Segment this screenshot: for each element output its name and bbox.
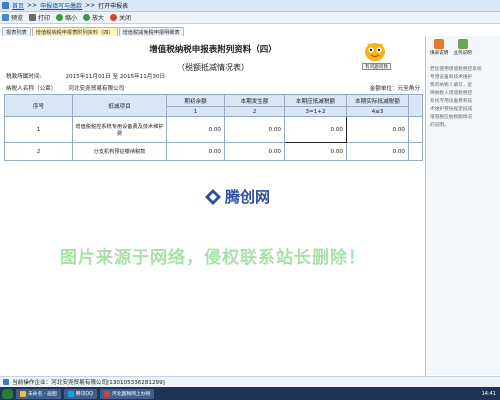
col-extra-header [408, 94, 423, 117]
taxpayer-value: 河北安尧贸易有限公司 [68, 86, 125, 92]
zoom-in-button[interactable]: 放大 [83, 13, 104, 22]
zoom-out-label: 缩小 [65, 15, 78, 22]
breadcrumb-separator: >> [27, 2, 38, 9]
qq-icon [67, 390, 74, 397]
close-label: 关闭 [119, 15, 132, 22]
period-label: 税款所属时间: [6, 74, 42, 80]
taskbar-label: 未命名 - 画图 [28, 392, 57, 397]
help-button[interactable]: 有问题问我 [362, 63, 391, 70]
col-opening-header: 期初余额 [166, 94, 225, 107]
form-area: 增值税纳税申报表附列资料（四） （税额抵减情况表） 有问题问我 税款所属时间: … [0, 36, 426, 375]
taskbar-label: 河北国税网上办税 [111, 392, 151, 397]
col-deductible-header: 本期应抵减税额 [284, 94, 347, 107]
preview-label: 预览 [11, 15, 24, 22]
breadcrumb: 首页 >> 申报填写与缴款 >> 打开申报表 [0, 0, 500, 12]
taskbar-label: 腾讯QQ [75, 392, 93, 397]
tab-reduction-detail[interactable]: 增值税减免税申报明细表 [118, 27, 184, 36]
current-amount-cell[interactable]: 0.00 [224, 142, 285, 161]
row-item: 增值税税控系统专用设备费及技术维护费 [72, 116, 167, 143]
actual-deduction-cell[interactable]: 0.00 [346, 142, 409, 161]
col-index: 2 [224, 106, 285, 117]
watermark-note: 图片来源于网络，侵权联系站长删除！ [60, 248, 366, 268]
breadcrumb-current: 打开申报表 [98, 3, 129, 10]
taskbar-qq[interactable]: 腾讯QQ [63, 388, 97, 399]
tab-fill-instructions[interactable]: 填表说明 [430, 39, 448, 56]
taskbar: 未命名 - 画图 腾讯QQ 河北国税网上办税 14:41 [0, 387, 500, 400]
preview-icon [2, 14, 9, 21]
col-index: 3=1+2 [284, 106, 347, 117]
col-seq-header: 序号 [4, 94, 73, 117]
col-index: 4≤3 [346, 106, 409, 117]
print-button[interactable]: 打印 [29, 13, 50, 22]
form-tabs: 报表列表 增值税纳税申报表附列资料（四） 增值税减免税申报明细表 [0, 25, 426, 36]
row-item: 分支机构预征缴纳税款 [72, 142, 167, 161]
watermark-logo: 腾创网 [204, 186, 270, 207]
home-icon [2, 2, 9, 9]
zoom-in-label: 放大 [92, 15, 105, 22]
period-row: 税款所属时间: 2015年11月01日 至 2015年11月30日 [6, 72, 165, 80]
period-value: 2015年11月01日 至 2015年11月30日 [65, 74, 166, 80]
tab-business-notes[interactable]: 业务说明 [453, 39, 472, 56]
breadcrumb-home[interactable]: 首页 [12, 1, 24, 10]
toolbar: 预览 打印 缩小 放大 关闭 [0, 12, 500, 24]
close-button[interactable]: 关闭 [110, 13, 131, 22]
col-item-header: 抵减项目 [72, 94, 167, 117]
extra-cell [408, 116, 423, 143]
taxpayer-row: 纳税人名称（公章） 河北安尧贸易有限公司 金额单位：元至角分 [6, 84, 420, 92]
row-seq: 1 [4, 116, 73, 143]
table-row: 2 分支机构预征缴纳税款 0.00 0.00 0.00 0.00 [4, 142, 423, 161]
col-index: 1 [166, 106, 225, 117]
deductible-amount-cell[interactable]: 0.00 [284, 116, 347, 143]
status-text: 当前操作企业：河北安尧贸易有限公司[130105336281299] [12, 380, 165, 386]
tab-report-list[interactable]: 报表列表 [2, 27, 31, 36]
deductible-amount-cell[interactable]: 0.00 [284, 142, 347, 161]
watermark-logo-text: 腾创网 [225, 188, 271, 206]
tax-app-icon [103, 390, 110, 397]
col-actual-header: 本期实际抵减税额 [346, 94, 409, 107]
help-panel: 填表说明 业务说明 若您使用增值税税控系统 专用设备和技术维护 费的纳税人填写，… [427, 36, 500, 375]
printer-icon [29, 14, 37, 21]
help-text: 若您使用增值税税控系统 专用设备和技术维护 费的纳税人填写，反 映纳税人增值税税… [430, 67, 482, 128]
amount-unit: 金额单位：元至角分 [369, 86, 420, 92]
paint-icon [20, 390, 26, 397]
current-amount-cell[interactable]: 0.00 [224, 116, 285, 143]
extra-cell [408, 142, 423, 161]
opening-balance-cell[interactable]: 0.00 [166, 116, 225, 143]
col-current-header: 本期发生额 [224, 94, 285, 107]
print-label: 打印 [38, 15, 51, 22]
taskbar-tax-app[interactable]: 河北国税网上办税 [99, 388, 155, 399]
side-tab-label: 填表说明 [430, 51, 449, 56]
company-icon [3, 379, 9, 385]
table-row: 1 增值税税控系统专用设备费及技术维护费 0.00 0.00 0.00 0.00 [4, 116, 423, 143]
zoom-out-button[interactable]: 缩小 [56, 13, 77, 22]
breadcrumb-separator: >> [85, 2, 96, 9]
zoom-out-icon [56, 14, 64, 21]
clock: 14:41 [481, 390, 496, 397]
zoom-in-icon [83, 14, 91, 21]
row-seq: 2 [4, 142, 73, 161]
close-icon [110, 14, 118, 21]
logo-icon [205, 188, 221, 205]
preview-button[interactable]: 预览 [2, 13, 23, 22]
taxpayer-label: 纳税人名称（公章） [6, 86, 57, 92]
opening-balance-cell[interactable]: 0.00 [166, 142, 225, 161]
side-tab-label: 业务说明 [453, 51, 472, 56]
taskbar-paint[interactable]: 未命名 - 画图 [16, 388, 61, 399]
status-bar: 当前操作企业：河北安尧贸易有限公司[130105336281299] [0, 376, 500, 387]
reduction-table: 序号 抵减项目 期初余额 本期发生额 本期应抵减税额 本期实际抵减税额 1 2 … [4, 94, 423, 161]
start-icon[interactable] [2, 388, 13, 399]
tab-attachment-four[interactable]: 增值税纳税申报表附列资料（四） [31, 27, 118, 36]
breadcrumb-declaration[interactable]: 申报填写与缴款 [40, 1, 82, 10]
notes-icon [457, 39, 468, 49]
instructions-icon [434, 39, 445, 49]
actual-deduction-cell[interactable]: 0.00 [346, 116, 409, 143]
